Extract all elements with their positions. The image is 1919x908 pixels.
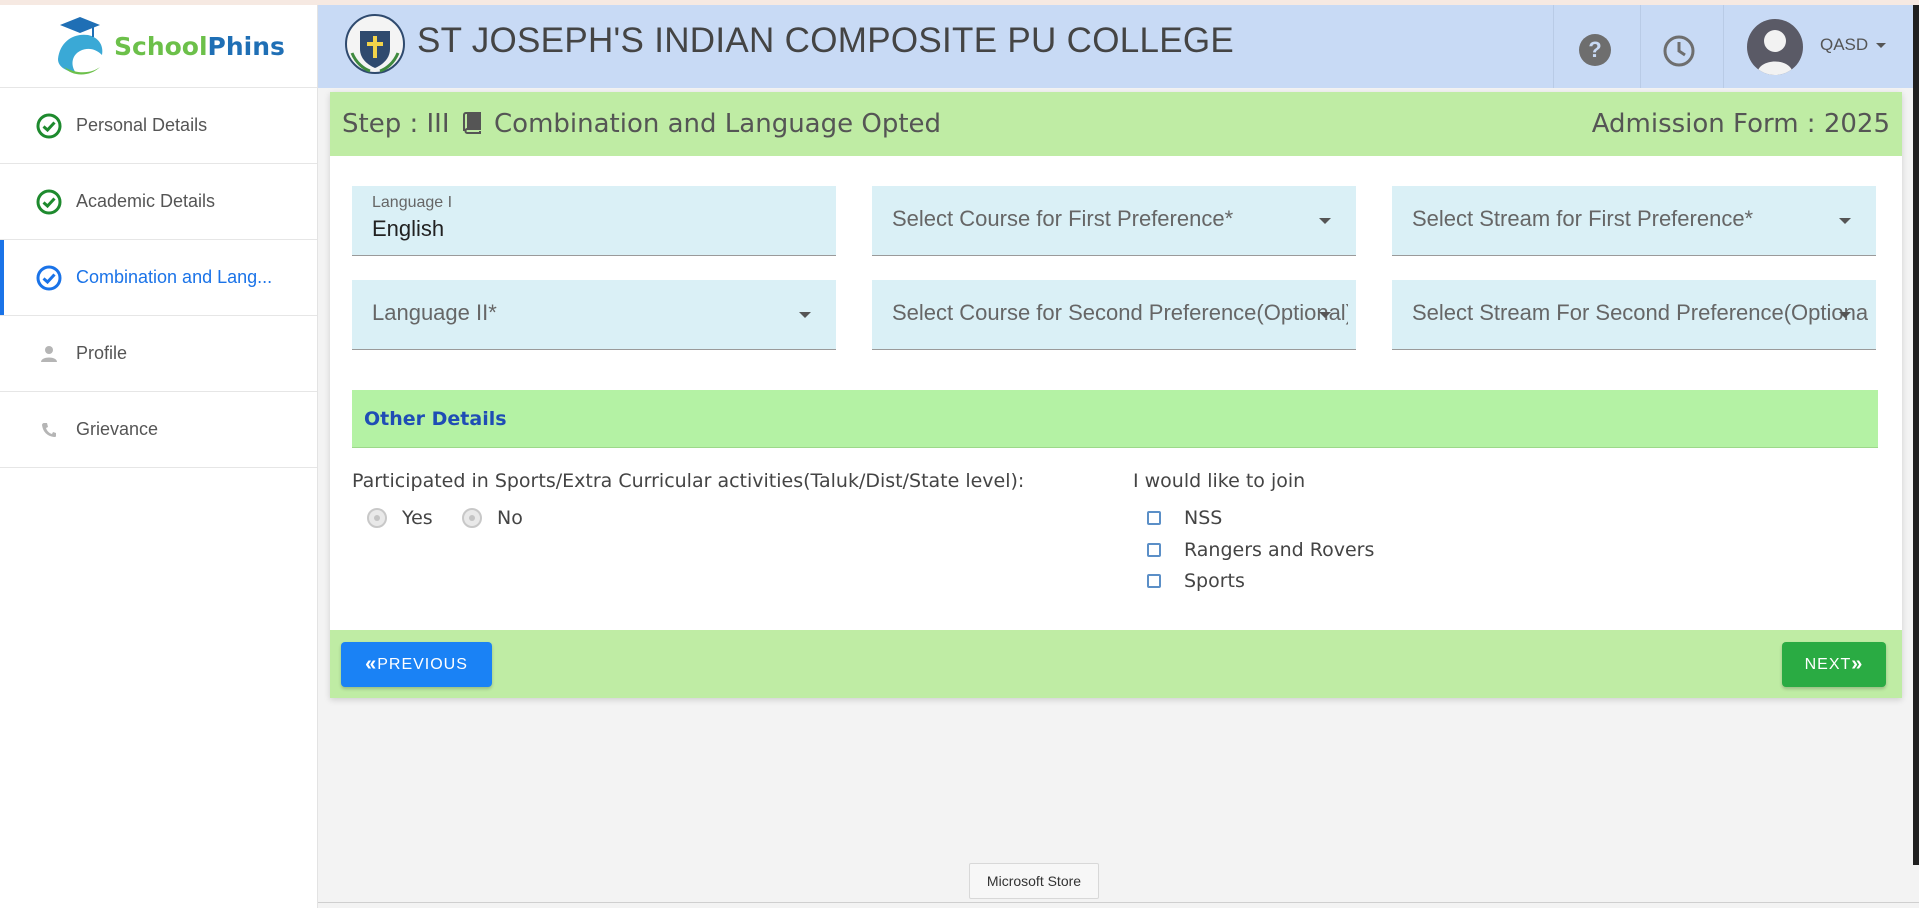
language-2-select[interactable]: Language II*: [352, 280, 836, 350]
dropdown-arrow-icon: [1319, 218, 1331, 224]
admission-form-year: Admission Form : 2025: [1591, 109, 1890, 139]
check-circle-icon: [35, 264, 63, 292]
sidebar-item-combination-language[interactable]: Combination and Lang...: [0, 240, 317, 316]
dropdown-arrow-icon: [1839, 218, 1851, 224]
college-name: ST JOSEPH'S INDIAN COMPOSITE PU COLLEGE: [417, 21, 1235, 60]
dropdown-arrow-icon: [1839, 312, 1851, 318]
radio-circle: [367, 508, 387, 528]
language-1-field[interactable]: Language I English: [352, 186, 836, 256]
sidebar-item-label: Profile: [76, 343, 128, 363]
course-first-preference-select[interactable]: Select Course for First Preference*: [872, 186, 1356, 256]
participation-question: Participated in Sports/Extra Curricular …: [352, 470, 1025, 492]
dolphin-logo-icon: [58, 17, 103, 75]
sidebar-item-label: Personal Details: [76, 115, 208, 135]
select-placeholder: Select Stream for First Preference*: [1412, 206, 1754, 231]
participated-yes-radio[interactable]: Yes: [367, 507, 433, 529]
bottom-divider: [318, 902, 1919, 903]
button-label: NEXT: [1804, 655, 1852, 673]
clock-icon[interactable]: [1662, 34, 1696, 68]
sidebar-item-label: Grievance: [76, 419, 159, 439]
header-divider: [1553, 5, 1554, 88]
checkbox-label: Sports: [1184, 570, 1245, 592]
double-chevron-left-icon: «: [365, 653, 378, 675]
participated-no-radio[interactable]: No: [462, 507, 523, 529]
phone-icon: [35, 416, 63, 444]
sidebar: SchoolPhins Personal Details Academic De…: [0, 5, 318, 908]
field-label: Language I: [372, 194, 453, 211]
username: QASD: [1820, 35, 1869, 54]
course-second-preference-select[interactable]: Select Course for Second Preference(Opti…: [872, 280, 1356, 350]
radio-label: No: [497, 507, 523, 529]
checkbox-box: [1147, 543, 1161, 557]
form-footer: «PREVIOUS NEXT»: [330, 630, 1902, 698]
avatar[interactable]: [1747, 19, 1803, 75]
help-icon[interactable]: ?: [1579, 34, 1611, 66]
join-sports-checkbox[interactable]: Sports: [1147, 570, 1245, 592]
select-placeholder: Select Stream For Second Preference(Opti…: [1412, 300, 1868, 325]
select-placeholder: Select Course for Second Preference(Opti…: [892, 300, 1348, 325]
person-icon: [35, 340, 63, 368]
join-nss-checkbox[interactable]: NSS: [1147, 507, 1222, 529]
other-details-heading: Other Details: [352, 390, 1878, 448]
dropdown-arrow-icon: [1319, 312, 1331, 318]
header-divider: [1640, 5, 1641, 88]
admission-form-card: Step : III Combination and Language Opte…: [330, 92, 1902, 698]
user-silhouette-icon: [1757, 30, 1793, 75]
check-circle-icon: [35, 188, 63, 216]
sidebar-item-profile[interactable]: Profile: [0, 316, 317, 392]
window-right-edge: [1913, 5, 1919, 865]
select-placeholder: Language II*: [372, 300, 497, 325]
caret-down-icon: [1876, 43, 1887, 49]
top-header: ST JOSEPH'S INDIAN COMPOSITE PU COLLEGE …: [318, 5, 1919, 88]
taskbar-tooltip: Microsoft Store: [969, 863, 1099, 899]
join-rangers-rovers-checkbox[interactable]: Rangers and Rovers: [1147, 539, 1374, 561]
checkbox-box: [1147, 511, 1161, 525]
sidebar-item-label: Combination and Lang...: [76, 267, 273, 287]
next-button[interactable]: NEXT»: [1782, 642, 1886, 687]
radio-circle: [462, 508, 482, 528]
double-chevron-right-icon: »: [1851, 653, 1864, 675]
checkbox-label: Rangers and Rovers: [1184, 539, 1375, 561]
checkbox-box: [1147, 574, 1161, 588]
field-value: English: [372, 216, 445, 241]
schoolphins-logo[interactable]: SchoolPhins: [0, 5, 317, 88]
form-step-header: Step : III Combination and Language Opte…: [330, 92, 1902, 156]
radio-label: Yes: [402, 507, 433, 529]
college-crest-logo: [345, 14, 405, 74]
step-title: Step : III Combination and Language Opte…: [342, 109, 942, 139]
check-circle-icon: [35, 112, 63, 140]
select-placeholder: Select Course for First Preference*: [892, 206, 1234, 231]
stream-first-preference-select[interactable]: Select Stream for First Preference*: [1392, 186, 1876, 256]
sidebar-item-personal-details[interactable]: Personal Details: [0, 88, 317, 164]
dropdown-arrow-icon: [799, 312, 811, 318]
stream-second-preference-select[interactable]: Select Stream For Second Preference(Opti…: [1392, 280, 1876, 350]
previous-button[interactable]: «PREVIOUS: [341, 642, 492, 687]
sidebar-item-grievance[interactable]: Grievance: [0, 392, 317, 468]
header-divider: [1723, 5, 1724, 88]
brand-name: SchoolPhins: [114, 31, 285, 61]
user-menu[interactable]: QASD: [1820, 35, 1887, 55]
sidebar-item-academic-details[interactable]: Academic Details: [0, 164, 317, 240]
book-icon: [462, 112, 481, 134]
checkbox-label: NSS: [1184, 507, 1223, 529]
join-question: I would like to join: [1133, 470, 1306, 492]
button-label: PREVIOUS: [377, 655, 468, 673]
sidebar-item-label: Academic Details: [76, 191, 216, 211]
